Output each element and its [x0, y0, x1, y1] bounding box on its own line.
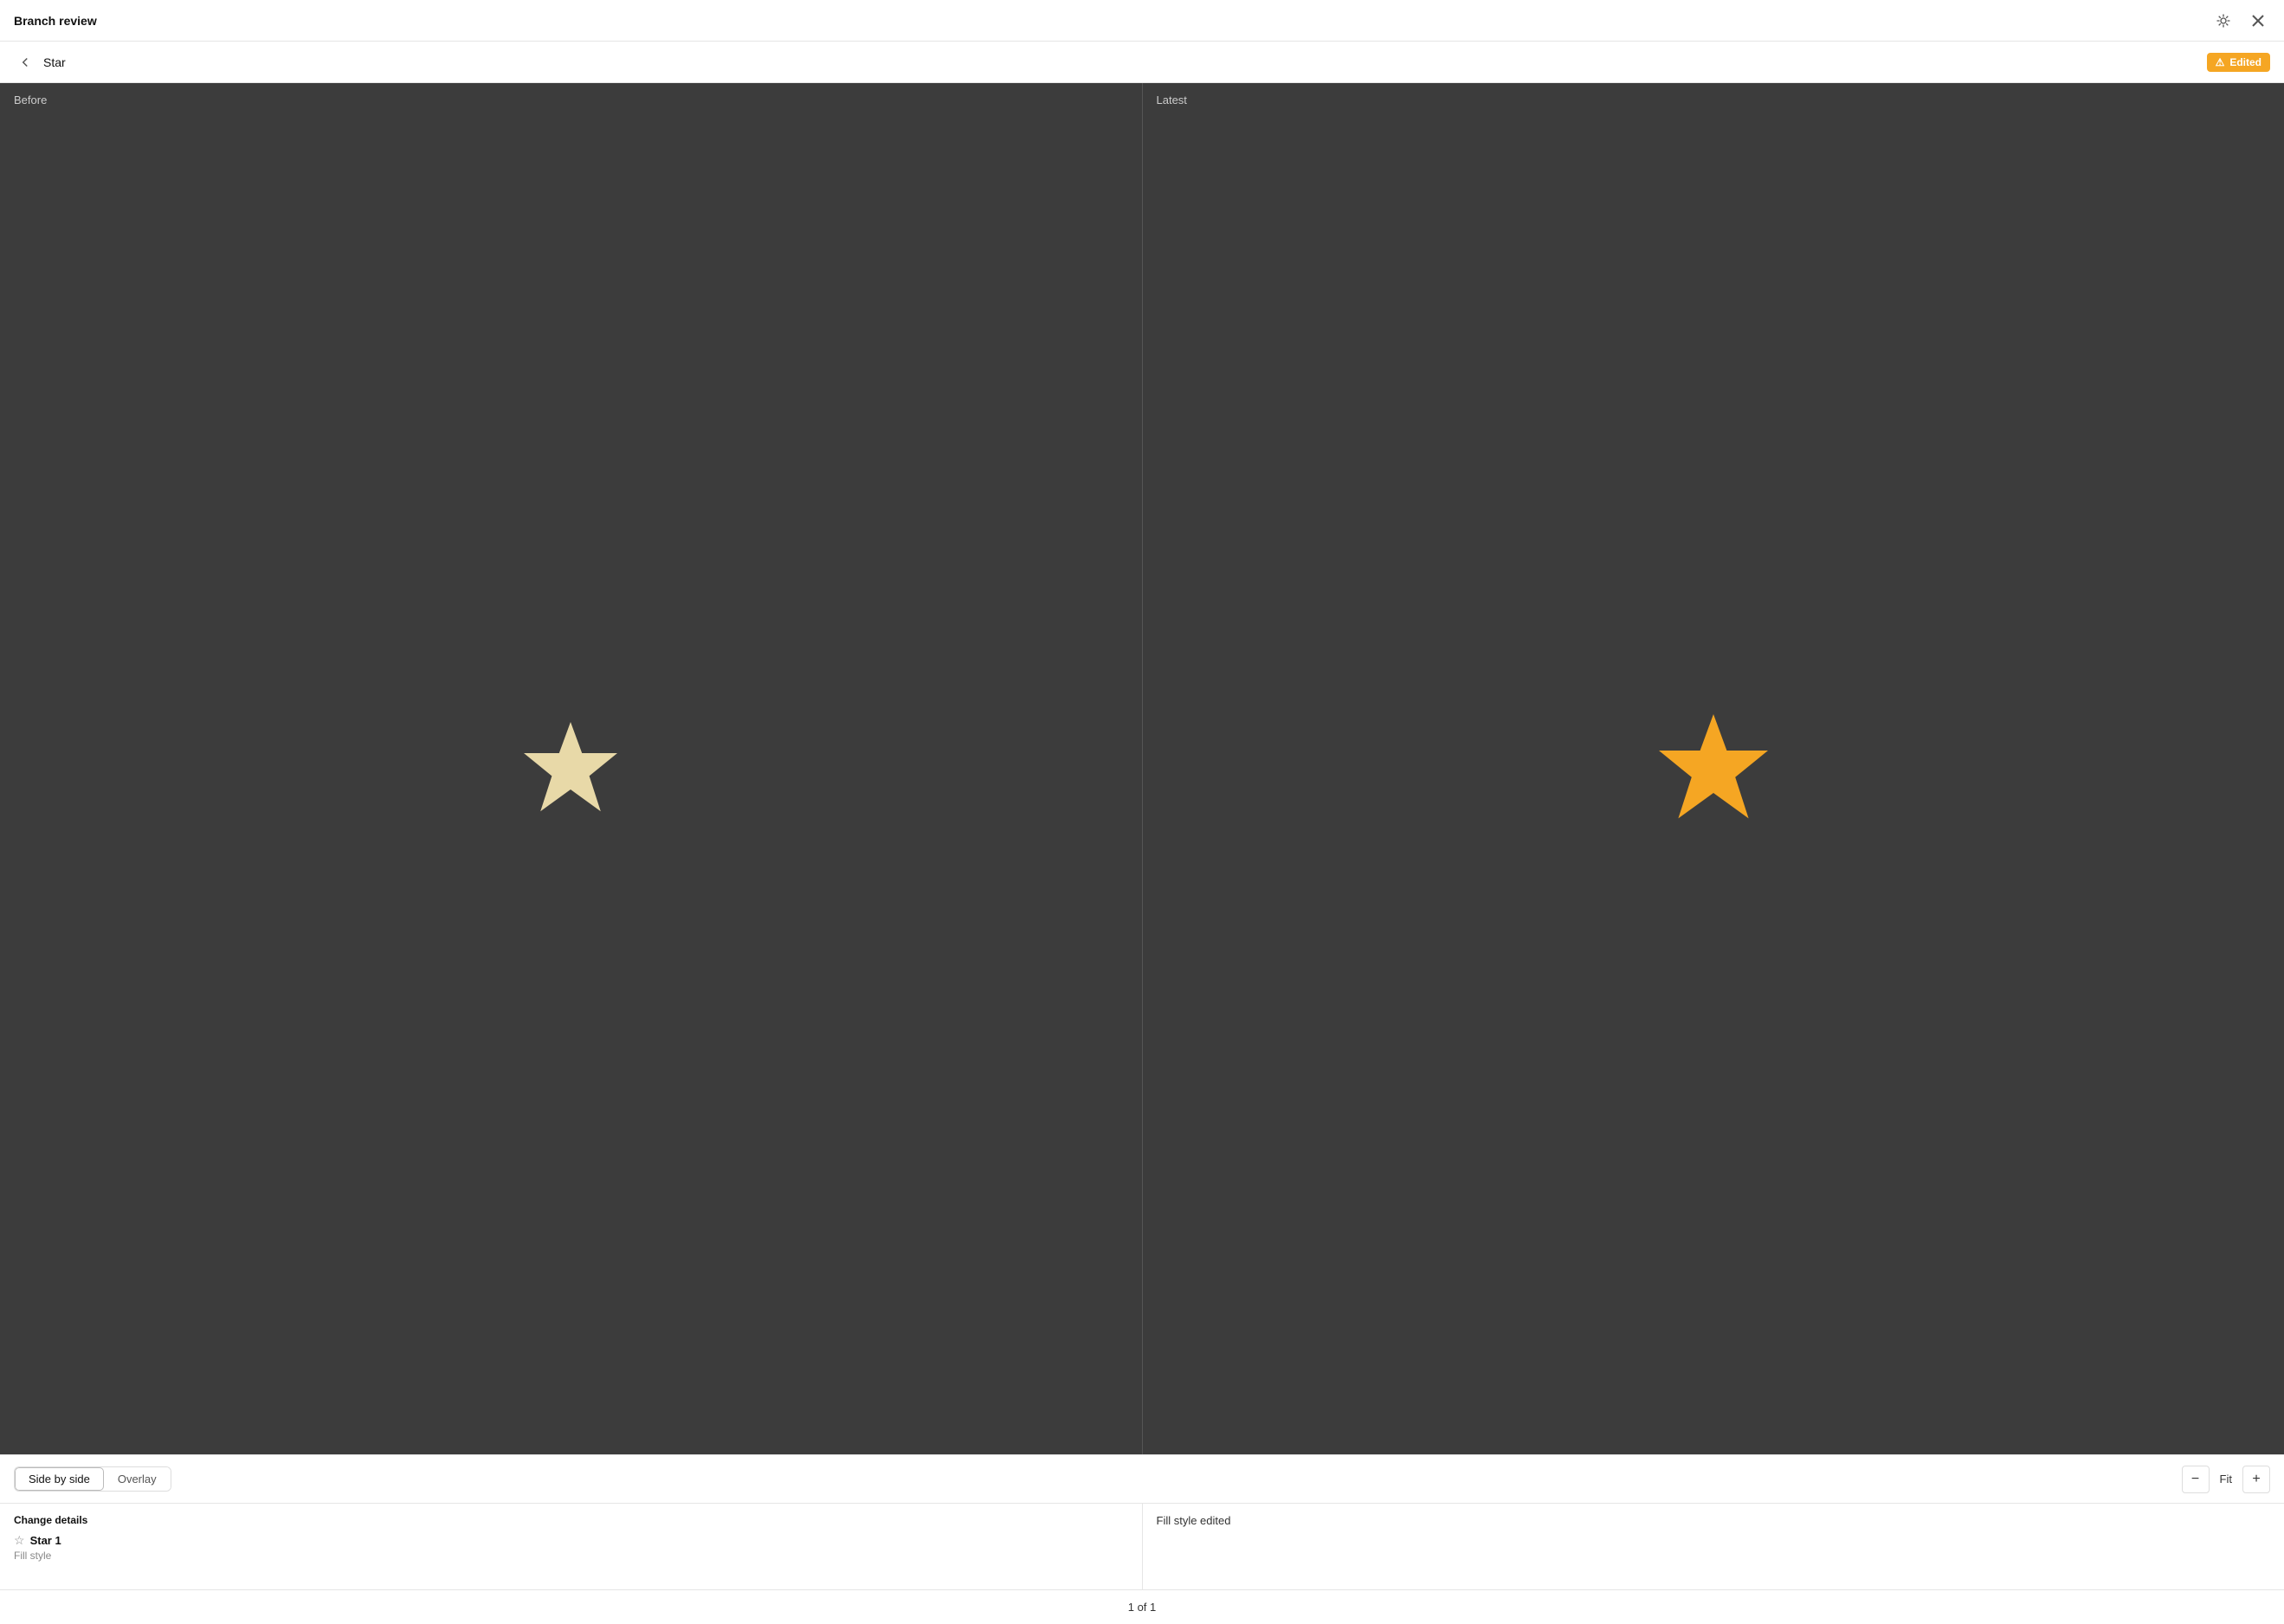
comparison-area: Before Latest: [0, 83, 2284, 1454]
before-label: Before: [14, 93, 47, 106]
close-icon: [2252, 15, 2264, 27]
back-button[interactable]: [14, 51, 36, 74]
zoom-fit-label: Fit: [2213, 1473, 2239, 1485]
footer: 1 of 1: [0, 1589, 2284, 1624]
title-bar-actions: [2211, 9, 2270, 33]
zoom-in-button[interactable]: +: [2242, 1466, 2270, 1493]
pagination-text: 1 of 1: [1128, 1601, 1157, 1614]
fill-style-edited-text: Fill style edited: [1157, 1514, 1231, 1527]
warning-icon: ⚠: [2216, 56, 2225, 68]
side-by-side-button[interactable]: Side by side: [15, 1467, 104, 1491]
change-item-sub: Fill style: [14, 1550, 1128, 1562]
change-details-header: Change details: [14, 1514, 1128, 1526]
bottom-toolbar: Side by side Overlay − Fit +: [0, 1454, 2284, 1503]
close-button[interactable]: [2246, 9, 2270, 33]
edited-badge: ⚠ Edited: [2207, 53, 2270, 72]
latest-label: Latest: [1157, 93, 1187, 106]
title-bar: Branch review: [0, 0, 2284, 42]
zoom-out-button[interactable]: −: [2182, 1466, 2210, 1493]
debug-icon: [2216, 13, 2231, 29]
change-details-left: Change details ☆ Star 1 Fill style: [0, 1504, 1143, 1589]
view-toggle: Side by side Overlay: [14, 1466, 171, 1492]
change-details-area: Change details ☆ Star 1 Fill style Fill …: [0, 1503, 2284, 1589]
before-panel: Before: [0, 83, 1142, 1454]
item-name: Star: [43, 55, 66, 69]
zoom-controls: − Fit +: [2182, 1466, 2270, 1493]
app-title: Branch review: [14, 14, 97, 28]
edited-label: Edited: [2229, 56, 2261, 68]
sub-header: Star ⚠ Edited: [0, 42, 2284, 83]
before-star: [519, 717, 623, 821]
change-details-right: Fill style edited: [1143, 1504, 2284, 1589]
star-outline-icon: ☆: [14, 1533, 25, 1548]
debug-button[interactable]: [2211, 9, 2236, 33]
before-panel-content: [0, 83, 1142, 1454]
sub-header-left: Star: [14, 51, 66, 74]
latest-panel: Latest: [1142, 83, 2284, 1454]
change-item-name: Star 1: [30, 1534, 61, 1547]
change-item: ☆ Star 1: [14, 1533, 1128, 1548]
latest-panel-content: [1143, 83, 2284, 1454]
overlay-button[interactable]: Overlay: [104, 1467, 171, 1491]
latest-star: [1653, 708, 1774, 829]
back-arrow-icon: [17, 55, 33, 70]
